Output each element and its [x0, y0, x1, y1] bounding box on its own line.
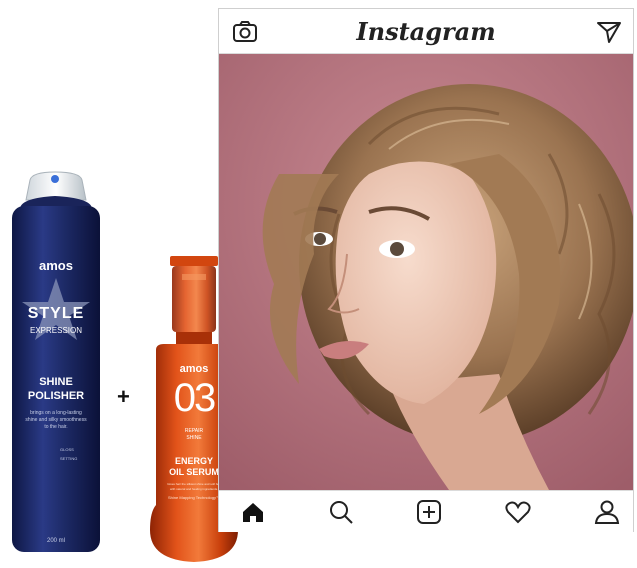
- woman-portrait-image: [219, 54, 633, 490]
- instagram-post-frame: Instagram: [218, 8, 634, 532]
- instagram-logo: Instagram: [356, 17, 496, 46]
- instagram-header: Instagram: [219, 9, 633, 54]
- direct-message-icon[interactable]: [595, 18, 623, 46]
- profile-icon[interactable]: [593, 498, 621, 526]
- product-1-name-line1: SHINE: [39, 376, 73, 388]
- product-1-hold-gloss: GLOSS: [60, 447, 74, 452]
- plus-sign: +: [117, 384, 130, 409]
- post-photo[interactable]: [219, 54, 633, 490]
- product-1-expression: EXPRESSION: [29, 326, 82, 335]
- product-1-desc-line1: brings on a long-lasting: [30, 410, 82, 416]
- heart-icon[interactable]: [504, 498, 532, 526]
- home-icon[interactable]: [239, 498, 267, 526]
- product-1-desc-line3: to the hair.: [44, 424, 68, 430]
- shine-polisher-bottle: [12, 171, 100, 552]
- product-1-brand: amos: [39, 258, 73, 273]
- product-1-name-line2: POLISHER: [27, 390, 85, 402]
- product-1-style: STYLE: [27, 305, 85, 322]
- product-1-desc-line2: shine and silky smoothness: [25, 417, 87, 423]
- product-1-volume: 200 ml: [46, 538, 65, 544]
- add-post-icon[interactable]: [415, 498, 443, 526]
- instagram-bottom-nav: [219, 490, 633, 532]
- search-icon[interactable]: [327, 498, 355, 526]
- product-1-hold-setting: SETTING: [60, 456, 78, 461]
